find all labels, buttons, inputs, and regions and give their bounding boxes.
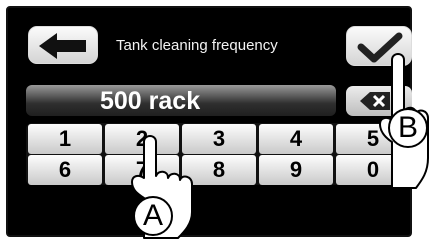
callout-a-label: A [133, 196, 173, 236]
key-1[interactable]: 1 [28, 124, 102, 154]
left-arrow-icon [39, 33, 86, 59]
key-4[interactable]: 4 [259, 124, 333, 154]
back-button[interactable] [28, 26, 98, 64]
numeric-keypad: 1 2 3 4 5 6 7 8 9 0 [26, 123, 412, 185]
value-display: 500 rack [26, 85, 336, 116]
page-title: Tank cleaning frequency [116, 37, 278, 54]
key-9[interactable]: 9 [259, 155, 333, 185]
display-value: 500 rack [100, 87, 201, 115]
key-6[interactable]: 6 [28, 155, 102, 185]
callout-b-label: B [388, 108, 428, 148]
